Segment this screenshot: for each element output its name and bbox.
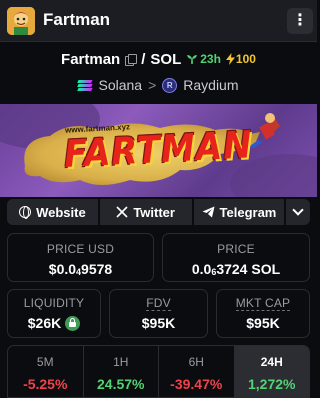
- lock-icon[interactable]: [65, 315, 81, 331]
- liquidity-value: $26K: [27, 315, 62, 331]
- price-native-value: 0.0 6 3724 SOL: [163, 261, 309, 277]
- pair-slash: /: [141, 50, 146, 68]
- tab-24h-label: 24H: [260, 355, 283, 369]
- chevron-down-icon: [292, 204, 304, 216]
- tab-6h-label: 6H: [188, 355, 204, 369]
- pair-header: Fartman / SOL 23h 100: [0, 50, 317, 68]
- solana-icon: [77, 79, 94, 91]
- price-usd-digits: 9578: [81, 261, 113, 277]
- fdv-value: $95K: [141, 315, 176, 331]
- globe-icon: [19, 206, 32, 219]
- tab-5m-label: 5M: [36, 355, 54, 369]
- price-usd-value: $0.0 4 9578: [8, 261, 153, 277]
- chevron-right-icon: >: [148, 77, 157, 93]
- dex-name[interactable]: Raydium: [183, 77, 238, 93]
- tab-24h[interactable]: 24H 1,272%: [234, 346, 309, 397]
- price-native-zero-count: 6: [211, 267, 217, 277]
- liquidity-value-row: $26K: [8, 315, 100, 331]
- telegram-label: Telegram: [219, 204, 277, 220]
- copy-icon[interactable]: [125, 53, 138, 66]
- tab-6h[interactable]: 6H -39.47%: [159, 346, 235, 397]
- top-bar: Fartman ⋮: [0, 0, 317, 42]
- mkt-cap-card: MKT CAP $95K: [216, 289, 310, 338]
- base-token-symbol: Fartman: [61, 50, 121, 68]
- website-label: Website: [36, 204, 86, 220]
- mkt-cap-label: MKT CAP: [217, 296, 309, 311]
- price-native-card: PRICE 0.0 6 3724 SOL: [162, 233, 310, 282]
- app-title: Fartman: [43, 10, 111, 29]
- tab-24h-change: 1,272%: [248, 376, 296, 392]
- fartman-avatar-icon: [7, 7, 35, 35]
- tab-1h[interactable]: 1H 24.57%: [84, 346, 159, 397]
- tab-5m[interactable]: 5M -5.25%: [8, 346, 84, 397]
- telegram-icon: [202, 206, 215, 218]
- boost-count: 100: [235, 52, 256, 66]
- fdv-label: FDV: [110, 296, 207, 311]
- more-menu-button[interactable]: ⋮: [287, 8, 313, 34]
- mkt-cap-value: $95K: [246, 315, 280, 331]
- liquidity-card: LIQUIDITY $26K: [7, 289, 101, 338]
- x-logo-icon: [116, 206, 128, 218]
- token-logo: [7, 7, 35, 35]
- chain-name[interactable]: Solana: [98, 77, 142, 93]
- website-button[interactable]: Website: [7, 199, 98, 225]
- more-links-button[interactable]: [286, 199, 311, 225]
- seedling-icon: [187, 55, 198, 64]
- price-usd-card: PRICE USD $0.0 4 9578: [7, 233, 154, 282]
- price-usd-label: PRICE USD: [46, 242, 115, 256]
- social-links: Website Twitter Telegram: [7, 199, 311, 225]
- liquidity-label: LIQUIDITY: [23, 296, 85, 310]
- tab-5m-change: -5.25%: [23, 376, 68, 392]
- superhero-figure-icon: [250, 113, 280, 148]
- pair-age-value: 23h: [200, 52, 221, 66]
- boost-badge[interactable]: 100: [225, 52, 256, 66]
- tab-1h-label: 1H: [113, 355, 129, 369]
- quote-token-symbol: SOL: [150, 50, 182, 68]
- price-native-prefix: 0.0: [191, 261, 212, 277]
- tab-1h-change: 24.57%: [97, 376, 145, 392]
- telegram-button[interactable]: Telegram: [193, 199, 285, 225]
- token-banner: www.fartman.xyz FARTMAN: [0, 104, 317, 197]
- twitter-button[interactable]: Twitter: [99, 199, 192, 225]
- pair-age: 23h: [186, 52, 221, 66]
- price-usd-prefix: $0.0: [48, 261, 77, 277]
- raydium-icon: R: [162, 77, 178, 93]
- twitter-label: Twitter: [133, 204, 175, 220]
- price-change-tabs: 5M -5.25% 1H 24.57% 6H -39.47% 24H 1,272…: [7, 345, 310, 398]
- price-native-label: PRICE: [217, 242, 255, 256]
- price-usd-zero-count: 4: [76, 267, 82, 277]
- chain-dex-line: Solana > R Raydium: [0, 76, 317, 94]
- fdv-card: FDV $95K: [109, 289, 208, 338]
- mkt-cap-label-text: MKT CAP: [235, 296, 291, 311]
- price-native-digits: 3724 SOL: [216, 261, 281, 277]
- lightning-icon: [225, 53, 235, 65]
- vertical-dots-icon: ⋮: [292, 12, 308, 29]
- fdv-label-text: FDV: [146, 296, 171, 311]
- tab-6h-change: -39.47%: [170, 376, 223, 392]
